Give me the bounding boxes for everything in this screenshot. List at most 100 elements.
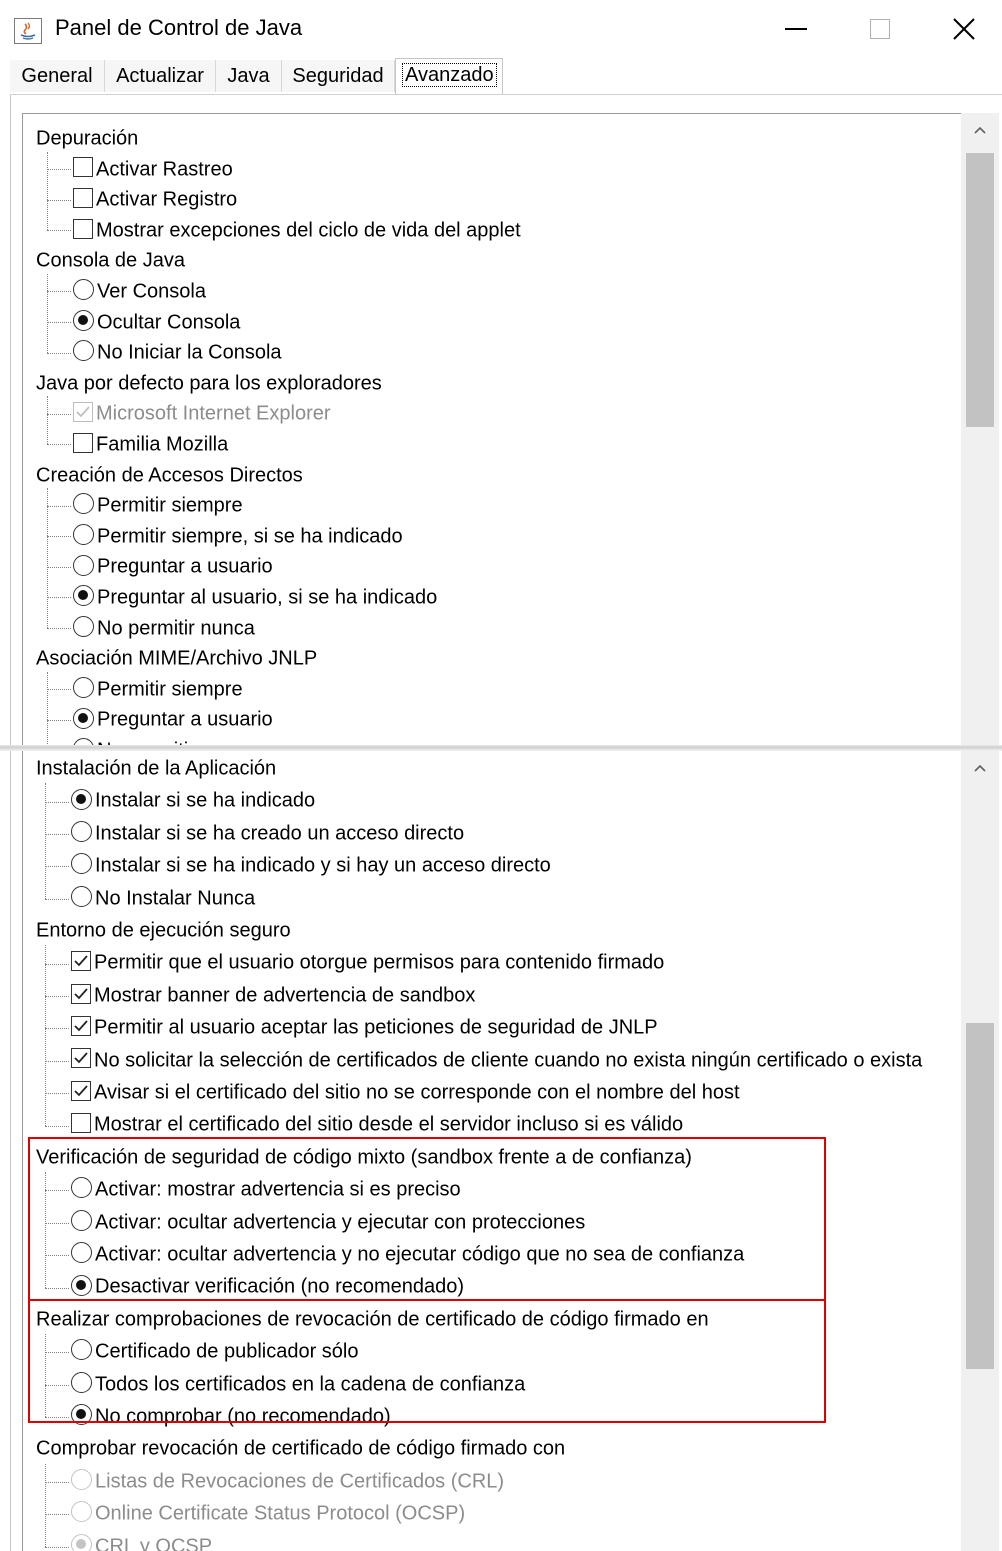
tab-seguridad[interactable]: Seguridad [282, 60, 395, 92]
radio-selected-icon[interactable] [71, 788, 92, 810]
checkbox-option-activar-rastreo[interactable]: Activar Rastreo [73, 154, 233, 184]
tree-connector [47, 396, 48, 445]
checkbox-option-permitir-al-usuario-aceptar-las-peticion[interactable]: Permitir al usuario aceptar las peticion… [71, 1012, 658, 1042]
window-title: Panel de Control de Java [55, 15, 303, 40]
radio-option-online-certificate-status-protocol-ocsp: Online Certificate Status Protocol (OCSP… [71, 1498, 465, 1528]
checkbox-checked-icon[interactable] [71, 1080, 91, 1101]
option-label: No Instalar Nunca [95, 887, 256, 910]
radio-option-ver-consola[interactable]: Ver Consola [73, 276, 206, 306]
tab-general[interactable]: General [10, 60, 105, 92]
radio-unselected-icon[interactable] [73, 340, 94, 362]
option-label: Preguntar a usuario [97, 709, 273, 732]
minimize-button[interactable] [752, 0, 840, 58]
radio-option-no-iniciar-la-consola[interactable]: No Iniciar la Consola [73, 337, 282, 367]
checkbox-option-permitir-que-el-usuario-otorgue-permisos[interactable]: Permitir que el usuario otorgue permisos… [71, 947, 664, 977]
tree-connector [45, 996, 69, 997]
scroll-up-arrow-icon[interactable] [961, 113, 999, 149]
radio-unselected-icon[interactable] [73, 279, 94, 301]
scrollbar-thumb[interactable] [966, 153, 994, 427]
tree-connector [45, 945, 46, 1126]
radio-option-preguntar-a-usuario[interactable]: Preguntar a usuario [73, 704, 273, 734]
checkbox-option-activar-registro[interactable]: Activar Registro [73, 184, 237, 214]
panel-divider [0, 745, 1002, 751]
tree-connector [47, 719, 71, 721]
close-icon [953, 18, 975, 40]
radio-option-permitir-siempre[interactable]: Permitir siempre [73, 674, 243, 704]
checkbox-option-mostrar-el-certificado-del-sitio-desde-e[interactable]: Mostrar el certificado del sitio desde e… [71, 1109, 683, 1139]
tab-java[interactable]: Java [216, 60, 282, 92]
radio-unselected-icon[interactable] [73, 524, 94, 546]
radio-option-instalar-si-se-ha-indicado[interactable]: Instalar si se ha indicado [71, 785, 315, 815]
tree-connector [47, 505, 71, 507]
option-label: Mostrar banner de advertencia de sandbox [94, 984, 476, 1007]
checkbox-option-familia-mozilla[interactable]: Familia Mozilla [73, 429, 228, 459]
option-label: Mostrar excepciones del ciclo de vida de… [96, 219, 521, 242]
tree-connector [45, 1093, 69, 1095]
section-heading-creacion-de-accesos-directos: Creación de Accesos Directos [36, 460, 303, 490]
checkbox-option-mostrar-excepciones-del-ciclo-de-vida-de[interactable]: Mostrar excepciones del ciclo de vida de… [73, 215, 521, 245]
radio-option-no-permitir-nunca[interactable]: No permitir nunca [73, 613, 255, 643]
radio-option-instalar-si-se-ha-creado-un-acceso-direc[interactable]: Instalar si se ha creado un acceso direc… [71, 818, 464, 848]
tree-connector [45, 963, 69, 965]
section-heading-instalacion-de-la-aplicacion: Instalación de la Aplicación [36, 753, 276, 783]
option-label: Avisar si el certificado del sitio no se… [94, 1081, 740, 1104]
tab-avanzado[interactable]: Avanzado [395, 58, 503, 94]
radio-option-permitir-siempre-si-se-ha-indicado[interactable]: Permitir siempre, si se ha indicado [73, 521, 403, 551]
scrollbar-top[interactable] [961, 113, 999, 749]
radio-unselected-icon[interactable] [73, 554, 94, 576]
scrollbar-bottom[interactable] [961, 751, 999, 1551]
tree-connector [45, 1060, 69, 1062]
checkbox-option-mostrar-banner-de-advertencia-de-sandbox[interactable]: Mostrar banner de advertencia de sandbox [71, 980, 475, 1010]
checkbox-checked-icon[interactable] [71, 951, 91, 972]
radio-option-preguntar-al-usuario-si-se-ha-indicado[interactable]: Preguntar al usuario, si se ha indicado [73, 582, 437, 612]
checkbox-checked-icon[interactable] [71, 1048, 91, 1069]
tree-connector [47, 689, 71, 691]
title-bar: Panel de Control de Java [0, 0, 1002, 58]
option-label: CRL y OCSP [95, 1535, 213, 1551]
radio-option-permitir-siempre[interactable]: Permitir siempre [73, 490, 243, 520]
checkbox-checked-icon[interactable] [71, 1015, 91, 1036]
radio-option-instalar-si-se-ha-indicado-y-si-hay-un-a[interactable]: Instalar si se ha indicado y si hay un a… [71, 850, 551, 880]
tree-connector [45, 1514, 69, 1516]
radio-option-listas-de-revocaciones-de-certificados-c: Listas de Revocaciones de Certificados (… [71, 1466, 504, 1496]
checkbox-unchecked-icon[interactable] [73, 187, 93, 208]
section-heading-consola-de-java: Consola de Java [36, 245, 185, 275]
tab-actualizar[interactable]: Actualizar [105, 60, 216, 92]
scroll-up-arrow-icon[interactable] [961, 751, 999, 787]
section-heading-label: Depuración [36, 127, 139, 150]
maximize-button[interactable] [836, 0, 924, 58]
radio-selected-icon[interactable] [73, 707, 94, 729]
radio-selected-icon[interactable] [73, 309, 94, 331]
radio-unselected-icon[interactable] [71, 853, 92, 875]
section-heading-label: Entorno de ejecución seguro [36, 919, 291, 942]
option-label: Ocultar Consola [97, 311, 241, 334]
checkbox-option-avisar-si-el-certificado-del-sitio-no-se[interactable]: Avisar si el certificado del sitio no se… [71, 1077, 740, 1107]
radio-selected-icon[interactable] [73, 585, 94, 607]
scrollbar-thumb[interactable] [966, 1023, 994, 1369]
radio-unselected-icon[interactable] [73, 493, 94, 515]
radio-unselected-icon[interactable] [71, 821, 92, 843]
section-heading-label: Creación de Accesos Directos [36, 464, 303, 487]
radio-option-no-instalar-nunca[interactable]: No Instalar Nunca [71, 883, 255, 913]
tree-connector [47, 352, 71, 354]
option-label: Listas de Revocaciones de Certificados (… [95, 1470, 505, 1493]
radio-unselected-icon [71, 1501, 92, 1523]
checkbox-unchecked-icon[interactable] [73, 157, 93, 178]
close-button[interactable] [920, 0, 1002, 58]
checkbox-checked-icon[interactable] [71, 983, 91, 1004]
radio-option-preguntar-a-usuario[interactable]: Preguntar a usuario [73, 551, 273, 581]
checkbox-unchecked-icon[interactable] [71, 1113, 91, 1134]
radio-unselected-icon[interactable] [71, 885, 92, 907]
radio-unselected-icon[interactable] [73, 615, 94, 637]
option-label: No permitir nunca [97, 617, 255, 640]
option-label: No Iniciar la Consola [97, 341, 282, 364]
tree-connector [45, 866, 69, 868]
section-heading-label: Consola de Java [36, 250, 185, 273]
tree-connector [45, 898, 69, 900]
section-heading-entorno-de-ejecucion-seguro: Entorno de ejecución seguro [36, 915, 291, 945]
checkbox-option-no-solicitar-la-seleccion-de-certificado[interactable]: No solicitar la selección de certificado… [71, 1045, 922, 1075]
checkbox-unchecked-icon[interactable] [73, 432, 93, 453]
checkbox-unchecked-icon[interactable] [73, 218, 93, 239]
radio-option-ocultar-consola[interactable]: Ocultar Consola [73, 307, 240, 337]
radio-unselected-icon[interactable] [73, 677, 94, 699]
